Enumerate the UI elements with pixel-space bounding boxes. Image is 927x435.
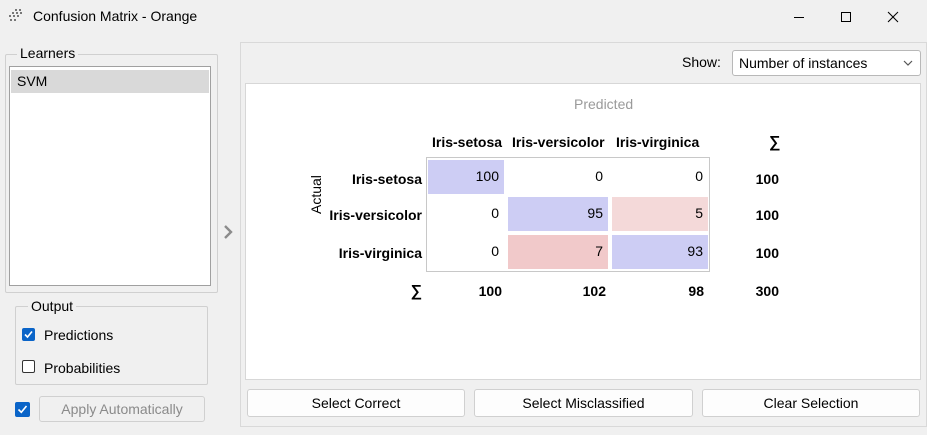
column-header: Iris-versicolor <box>512 134 605 150</box>
column-total: 100 <box>478 283 502 299</box>
column-header: Iris-setosa <box>432 134 503 150</box>
title-bar: Confusion Matrix - Orange <box>0 0 927 33</box>
show-select[interactable]: Number of instances <box>732 50 921 76</box>
select-correct-button[interactable]: Select Correct <box>247 389 465 417</box>
grand-total: 300 <box>755 283 779 299</box>
close-icon <box>887 11 899 22</box>
matrix-cell[interactable]: 100 <box>428 160 504 194</box>
sum-row-header: ∑ <box>410 283 422 300</box>
learners-group-label: Learners <box>17 45 79 61</box>
show-select-value: Number of instances <box>739 55 868 71</box>
window-title: Confusion Matrix - Orange <box>33 8 198 24</box>
checkmark-icon <box>24 330 33 339</box>
apply-automatically-checkbox[interactable] <box>15 402 30 417</box>
learners-list[interactable]: SVM <box>9 66 211 286</box>
column-header: Iris-virginica <box>616 134 700 150</box>
matrix-cell[interactable]: 0 <box>428 197 504 231</box>
matrix-cell[interactable]: 5 <box>612 197 708 231</box>
matrix-cell[interactable]: 7 <box>508 235 608 269</box>
matrix-cell[interactable]: 93 <box>612 235 708 269</box>
matrix-cell[interactable]: 0 <box>612 160 708 194</box>
matrix-cell[interactable]: 0 <box>508 160 608 194</box>
row-header: Iris-virginica <box>338 245 422 261</box>
matrix-cell[interactable]: 0 <box>428 235 504 269</box>
maximize-button[interactable] <box>823 0 869 33</box>
row-total: 100 <box>755 207 779 223</box>
select-misclassified-button[interactable]: Select Misclassified <box>474 389 693 417</box>
column-total: 98 <box>688 283 704 299</box>
close-button[interactable] <box>870 0 916 33</box>
predictions-label[interactable]: Predictions <box>44 327 113 343</box>
row-header: Iris-setosa <box>351 171 422 187</box>
toggle-panel-button[interactable] <box>220 222 236 242</box>
learner-item-svm[interactable]: SVM <box>11 70 209 93</box>
confusion-matrix: Predicted Actual Iris-setosa Iris-versic… <box>245 83 921 380</box>
show-label: Show: <box>682 54 721 70</box>
probabilities-label[interactable]: Probabilities <box>44 360 120 376</box>
chevron-down-icon <box>903 60 913 66</box>
checkmark-icon <box>17 405 28 414</box>
minimize-button[interactable] <box>776 0 822 33</box>
probabilities-checkbox[interactable] <box>22 360 35 373</box>
minimize-icon <box>794 16 804 18</box>
output-group-label: Output <box>28 298 77 314</box>
row-header: Iris-versicolor <box>329 207 422 223</box>
orange-app-icon <box>9 9 22 21</box>
predicted-axis-label: Predicted <box>574 96 634 112</box>
actual-axis-label: Actual <box>308 175 324 214</box>
row-total: 100 <box>755 171 779 187</box>
clear-selection-button[interactable]: Clear Selection <box>702 389 920 417</box>
column-total: 102 <box>582 283 606 299</box>
matrix-cell[interactable]: 95 <box>508 197 608 231</box>
maximize-icon <box>841 11 851 22</box>
chevron-right-icon <box>224 225 233 239</box>
row-total: 100 <box>755 245 779 261</box>
sum-column-header: ∑ <box>769 134 781 151</box>
apply-automatically-button[interactable]: Apply Automatically <box>39 396 205 422</box>
predictions-checkbox[interactable] <box>22 328 35 341</box>
